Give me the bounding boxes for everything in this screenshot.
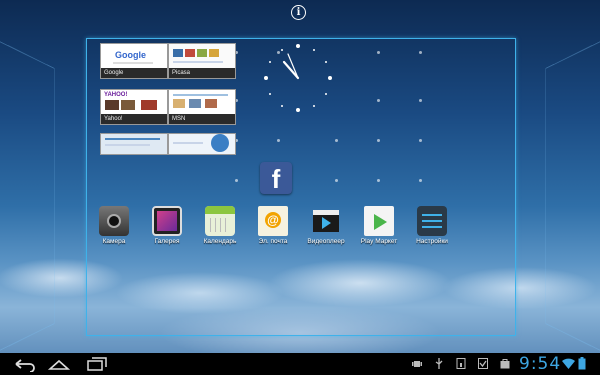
- app-email[interactable]: @ Эл. почта: [245, 206, 301, 245]
- app-calendar[interactable]: Календарь: [192, 206, 248, 245]
- app-label: Настройки: [416, 238, 448, 245]
- yahoo-logo: YAHOO!: [104, 92, 128, 98]
- calendar-icon: [205, 206, 235, 236]
- bookmark-thumbnail-partial-2[interactable]: [168, 133, 236, 155]
- android-debug-icon: [412, 361, 422, 367]
- sd-card-icon: [456, 358, 466, 369]
- facebook-icon: f: [260, 162, 292, 194]
- download-done-icon: [478, 358, 488, 369]
- app-gallery[interactable]: Галерея: [139, 206, 195, 245]
- left-homescreen-preview[interactable]: [0, 38, 55, 354]
- facebook-app-icon[interactable]: f: [260, 162, 292, 194]
- battery-icon: [578, 357, 586, 370]
- app-label: Галерея: [154, 238, 180, 245]
- recent-apps-icon[interactable]: [86, 356, 108, 372]
- thumbnail-label: Picasa: [169, 68, 235, 78]
- thumbnail-label: Yahoo!: [101, 114, 167, 124]
- bookmark-thumbnail-picasa[interactable]: Picasa: [168, 43, 236, 79]
- app-camera[interactable]: Камера: [86, 206, 142, 245]
- app-label: Календарь: [203, 238, 237, 245]
- thumbnail-label: Google: [101, 68, 167, 78]
- settings-icon: [417, 206, 447, 236]
- thumbnail-label: MSN: [169, 114, 235, 124]
- email-icon: @: [258, 206, 288, 236]
- app-settings[interactable]: Настройки: [404, 206, 460, 245]
- bookmark-thumbnail-msn[interactable]: MSN: [168, 89, 236, 125]
- system-bar: 9:54: [0, 353, 600, 375]
- home-icon[interactable]: [46, 356, 72, 372]
- usb-icon: [435, 358, 443, 369]
- video-player-icon: [311, 206, 341, 236]
- bookmark-thumbnail-yahoo[interactable]: YAHOO! Yahoo!: [100, 89, 168, 125]
- bookmark-thumbnail-partial-1[interactable]: [100, 133, 168, 155]
- camera-icon: [99, 206, 129, 236]
- app-label: Камера: [102, 238, 126, 245]
- info-icon[interactable]: i: [291, 5, 306, 20]
- clock-time[interactable]: 9:54: [519, 354, 561, 374]
- app-video-player[interactable]: Видеоплеер: [298, 206, 354, 245]
- play-store-icon: [364, 206, 394, 236]
- back-icon[interactable]: [12, 356, 38, 372]
- app-label: Видеоплеер: [307, 238, 345, 245]
- app-label: Эл. почта: [258, 238, 288, 245]
- gallery-icon: [152, 206, 182, 236]
- app-play-store[interactable]: Play Маркет: [351, 206, 407, 245]
- wifi-icon: [562, 358, 575, 369]
- shopping-bag-icon: [500, 359, 510, 369]
- analog-clock-widget[interactable]: [262, 42, 334, 114]
- bookmark-thumbnail-google[interactable]: Google Google: [100, 43, 168, 79]
- app-label: Play Маркет: [360, 238, 398, 245]
- right-homescreen-preview[interactable]: [545, 38, 600, 354]
- google-logo: Google: [115, 50, 146, 60]
